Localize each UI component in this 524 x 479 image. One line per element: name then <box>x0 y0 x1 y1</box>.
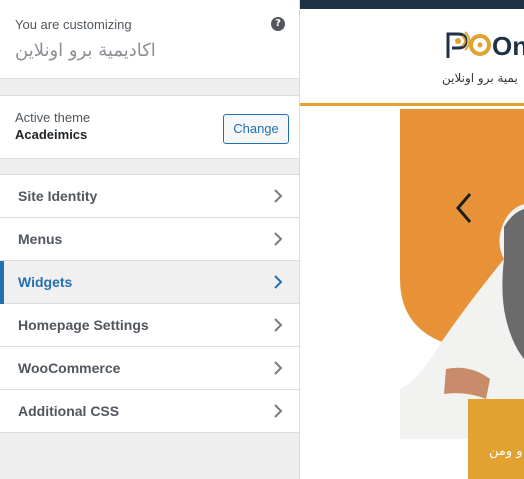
chevron-right-icon <box>274 189 283 203</box>
site-tagline: يمية برو اونلاين <box>442 71 518 85</box>
site-name: اكاديمية برو اونلاين <box>15 40 156 61</box>
customizing-info: You are customizing ? اكاديمية برو اونلا… <box>0 0 299 79</box>
panel-homepage-settings[interactable]: Homepage Settings <box>0 304 299 347</box>
site-logo[interactable]: Onli <box>442 28 524 64</box>
panel-label: WooCommerce <box>18 360 121 376</box>
active-theme-section: Active theme Acadeimics Change <box>0 95 299 159</box>
panel-menus[interactable]: Menus <box>0 218 299 261</box>
active-theme-name: Acadeimics <box>15 127 88 142</box>
customizer-sidebar: You are customizing ? اكاديمية برو اونلا… <box>0 0 300 479</box>
logo-text: Onli <box>492 31 524 61</box>
chevron-left-icon[interactable] <box>452 190 476 226</box>
active-theme-label: Active theme <box>15 110 91 125</box>
preview-topbar <box>300 0 524 9</box>
chevron-right-icon <box>274 275 283 289</box>
panel-site-identity[interactable]: Site Identity <box>0 175 299 218</box>
chevron-right-icon <box>274 232 283 246</box>
panel-label: Widgets <box>18 274 73 290</box>
hero-card-text: و ومن <box>489 444 523 459</box>
site-preview: Onli يمية برو اونلاين و ومن <box>300 0 524 479</box>
customizing-label: You are customizing <box>15 17 132 32</box>
question-circle-icon[interactable]: ? <box>271 17 285 31</box>
customizer-panels: Site Identity Menus Widgets Homepage Set… <box>0 174 299 433</box>
change-theme-button[interactable]: Change <box>223 114 289 144</box>
preview-header: Onli يمية برو اونلاين <box>300 9 524 106</box>
panel-label: Site Identity <box>18 188 98 204</box>
hero-caption-card: و ومن <box>468 399 524 479</box>
panel-widgets[interactable]: Widgets <box>0 261 299 304</box>
chevron-right-icon <box>274 404 283 418</box>
panel-label: Homepage Settings <box>18 317 149 333</box>
panel-woocommerce[interactable]: WooCommerce <box>0 347 299 390</box>
chevron-right-icon <box>274 318 283 332</box>
chevron-right-icon <box>274 361 283 375</box>
panel-label: Additional CSS <box>18 403 120 419</box>
panel-additional-css[interactable]: Additional CSS <box>0 390 299 433</box>
panel-label: Menus <box>18 231 63 247</box>
